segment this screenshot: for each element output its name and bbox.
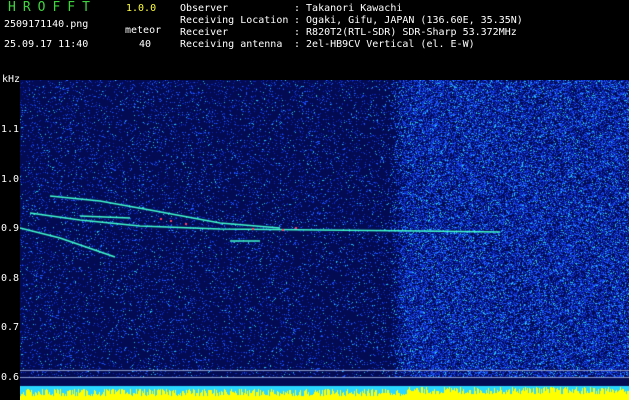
info-key: Receiving Location (180, 15, 289, 26)
spectrogram (20, 80, 629, 400)
timestamp: 25.09.17 11:40 (4, 39, 89, 50)
info-key: Receiver (180, 27, 229, 38)
info-value: : R820T2(RTL-SDR) SDR-Sharp 53.372MHz (294, 27, 517, 38)
info-row-location: Receiving Location : Ogaki, Gifu, JAPAN … (180, 15, 523, 27)
info-row-receiver: Receiver : R820T2(RTL-SDR) SDR-Sharp 53.… (180, 27, 523, 39)
y-tick-label: 0.7 (1, 322, 20, 333)
info-key: Observer (180, 3, 229, 14)
app-version: 1.0.0 (126, 3, 157, 14)
info-value: : 2el-HB9CV Vertical (el. E-W) (294, 39, 475, 50)
file-name: 2509171140.png (4, 19, 89, 30)
info-row-observer: Observer : Takanori Kawachi (180, 3, 523, 15)
y-tick-label: 0.6 (1, 372, 20, 383)
info-key: Receiving antenna (180, 39, 283, 50)
y-tick-label: 0.9 (1, 223, 20, 234)
y-tick-label: 1.0 (1, 174, 20, 185)
meteor-label: meteor (125, 25, 162, 36)
y-tick-label: 1.1 (1, 124, 20, 135)
y-axis-unit: kHz (2, 74, 21, 85)
app-title: HROFFT (8, 0, 97, 15)
info-row-antenna: Receiving antenna : 2el-HB9CV Vertical (… (180, 39, 523, 51)
meteor-count: 40 (139, 39, 152, 50)
info-value: : Ogaki, Gifu, JAPAN (136.60E, 35.35N) (294, 15, 523, 26)
y-tick-label: 0.8 (1, 273, 20, 284)
spectrogram-canvas (20, 80, 629, 400)
station-info: Observer : Takanori Kawachi Receiving Lo… (180, 3, 523, 51)
info-value: : Takanori Kawachi (294, 3, 403, 14)
